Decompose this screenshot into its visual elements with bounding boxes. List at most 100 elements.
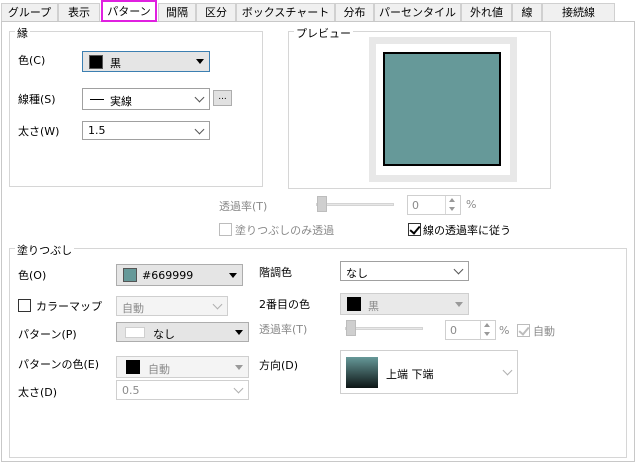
direction-dropdown[interactable]: 上端 下端: [340, 350, 518, 394]
transparency-slider-thumb[interactable]: [317, 196, 327, 212]
tab-label: ボックスチャート: [241, 6, 330, 19]
fill-color-dropdown[interactable]: #669999: [116, 264, 243, 286]
colormap-checkbox[interactable]: [18, 299, 31, 312]
chevron-down-icon: [194, 92, 205, 103]
preview-box: [383, 52, 501, 166]
fill-color-label: 色(O): [18, 269, 47, 282]
border-color-label: 色(C): [18, 54, 46, 67]
transparency-value: 0: [412, 199, 419, 212]
tab-box-chart[interactable]: ボックスチャート: [236, 3, 335, 21]
border-width-dropdown[interactable]: 1.5: [82, 121, 210, 140]
tab-label: 分布: [343, 6, 366, 19]
fill-only-transparency-checkbox[interactable]: [219, 223, 232, 236]
direction-label: 方向(D): [259, 359, 299, 372]
tab-group[interactable]: グループ: [1, 3, 58, 21]
spinner-buttons[interactable]: [480, 321, 495, 339]
transparency-slider-track[interactable]: [316, 203, 394, 206]
pattern-label: パターン(P): [18, 328, 77, 341]
auto-checkbox[interactable]: [517, 324, 530, 337]
tab-line[interactable]: 線: [512, 3, 542, 21]
tab-label: 外れ値: [470, 6, 503, 19]
gradient-value: なし: [346, 267, 368, 280]
fill-transparency-slider-track[interactable]: [345, 327, 423, 330]
linetype-more-button[interactable]: ...: [213, 90, 232, 106]
spin-down-icon: [484, 332, 490, 336]
border-color-dropdown[interactable]: 黒: [82, 51, 210, 72]
dropdown-arrow-icon: [196, 59, 204, 64]
spinner-buttons[interactable]: [445, 196, 460, 214]
border-linetype-dropdown[interactable]: 実線: [82, 88, 210, 110]
pattern-width-dropdown[interactable]: 0.5: [116, 380, 249, 400]
second-color-swatch: [347, 297, 361, 311]
second-color-label: 2番目の色: [259, 298, 310, 311]
chevron-down-icon: [233, 383, 244, 394]
tab-bar: グループ 表示 パターン 間隔 区分 ボックスチャート 分布 パーセンタイル 外…: [0, 0, 637, 22]
tab-label: 線: [521, 6, 533, 19]
second-color-dropdown[interactable]: 黒: [340, 293, 469, 315]
fill-color-swatch: [123, 268, 137, 282]
fill-transparency-value: 0: [450, 324, 457, 337]
spin-up-icon: [449, 198, 455, 202]
transparency-unit: %: [466, 198, 477, 211]
tab-label: パーセンタイル: [379, 6, 456, 19]
tab-label: 表示: [68, 6, 90, 19]
fill-group-title: 塗りつぶし: [15, 242, 75, 258]
gradient-label: 階調色: [259, 266, 292, 279]
spin-up-icon: [484, 323, 490, 327]
tab-label: 間隔: [166, 6, 188, 19]
pattern-value: なし: [153, 328, 175, 341]
tab-label: グループ: [7, 6, 52, 19]
pattern-width-value: 0.5: [122, 384, 140, 397]
gradient-direction-icon: [346, 357, 378, 388]
transparency-label: 透過率(T): [219, 200, 268, 213]
follow-line-transparency-label: 線の透過率に従う: [423, 224, 511, 237]
fill-transparency-spinner[interactable]: 0: [445, 320, 496, 340]
colormap-label: カラーマップ: [36, 300, 102, 313]
dropdown-arrow-icon: [229, 273, 237, 278]
tab-display[interactable]: 表示: [58, 3, 100, 21]
chevron-down-icon: [453, 264, 464, 275]
chevron-down-icon: [502, 365, 513, 376]
auto-label: 自動: [533, 325, 555, 338]
pattern-dropdown[interactable]: なし: [116, 322, 249, 342]
fill-group: [9, 248, 627, 458]
preview-canvas: [376, 44, 510, 175]
tab-label: 接続線: [562, 6, 595, 19]
check-icon: [518, 324, 530, 336]
fill-transparency-unit: %: [499, 324, 510, 337]
tab-spacing[interactable]: 間隔: [158, 3, 196, 21]
tab-label: パターン: [107, 5, 151, 18]
transparency-spinner[interactable]: 0: [407, 195, 461, 215]
border-linetype-value: 実線: [110, 95, 132, 108]
border-linetype-label: 線種(S): [18, 93, 56, 106]
tab-distribution[interactable]: 分布: [335, 3, 374, 21]
fill-transparency-slider-thumb[interactable]: [346, 320, 356, 336]
border-color-swatch: [89, 55, 103, 69]
colormap-dropdown[interactable]: 自動: [116, 296, 228, 316]
pattern-color-dropdown[interactable]: 自動: [116, 356, 249, 378]
solid-line-icon: [90, 99, 104, 100]
chevron-down-icon: [194, 124, 205, 135]
colormap-value: 自動: [122, 302, 144, 315]
gradient-dropdown[interactable]: なし: [340, 261, 469, 281]
pattern-swatch: [125, 327, 145, 338]
fill-color-value: #669999: [142, 269, 194, 282]
chevron-down-icon: [212, 299, 223, 310]
tab-division[interactable]: 区分: [196, 3, 236, 21]
pattern-color-label: パターンの色(E): [18, 358, 99, 371]
tab-pattern[interactable]: パターン: [101, 0, 157, 22]
pattern-color-value: 自動: [148, 363, 170, 376]
border-color-value: 黒: [110, 57, 121, 70]
tab-label: 区分: [205, 6, 227, 19]
dropdown-arrow-icon: [235, 330, 243, 335]
border-width-value: 1.5: [88, 124, 106, 137]
dropdown-arrow-icon: [455, 302, 463, 307]
follow-line-transparency-checkbox[interactable]: [408, 223, 421, 236]
spin-down-icon: [449, 207, 455, 211]
border-group-title: 縁: [15, 25, 30, 41]
pattern-color-swatch: [126, 360, 140, 374]
border-width-label: 太さ(W): [18, 125, 60, 138]
tab-connect-line[interactable]: 接続線: [542, 3, 615, 21]
tab-percentile[interactable]: パーセンタイル: [374, 3, 461, 21]
tab-outliers[interactable]: 外れ値: [461, 3, 512, 21]
